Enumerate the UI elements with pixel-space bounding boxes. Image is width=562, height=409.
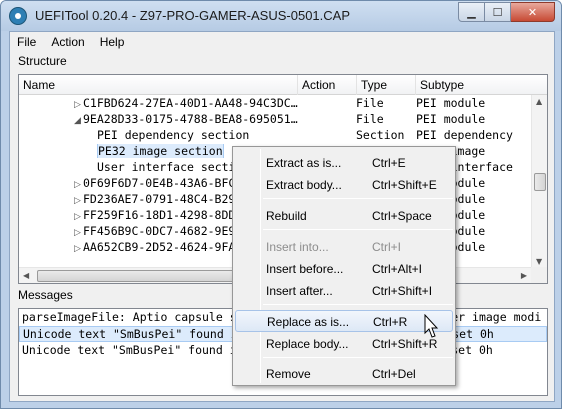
menu-item-label: Insert before...	[266, 262, 344, 276]
scroll-left-icon[interactable]: ◀	[23, 271, 29, 280]
menu-item-rebuild[interactable]: Rebuild Ctrl+Space	[235, 205, 453, 227]
menu-item-label: Extract as is...	[266, 156, 342, 170]
scroll-up-icon[interactable]: ▲	[536, 97, 542, 106]
column-header-subtype[interactable]: Subtype	[416, 75, 547, 95]
scroll-right-icon[interactable]: ▶	[521, 271, 527, 280]
vertical-scroll-thumb[interactable]	[534, 173, 546, 191]
tree-item-name: PE32 image section	[97, 144, 224, 158]
menu-item-shortcut: Ctrl+R	[373, 315, 408, 329]
tree-cell-type: File	[356, 112, 384, 126]
tree-item-name: C1FBD624-27EA-40D1-AA48-94C3DC…	[83, 96, 298, 110]
menu-separator	[263, 357, 453, 358]
expand-arrow-icon[interactable]: ▷	[74, 212, 83, 222]
column-header-type[interactable]: Type	[357, 75, 416, 95]
menu-item-shortcut: Ctrl+Del	[372, 367, 416, 381]
tree-cell-subtype: PEI module	[416, 96, 486, 110]
menu-item-label: Insert after...	[266, 284, 333, 298]
tree-vertical-scrollbar[interactable]: ▲ ▼	[531, 95, 547, 268]
menu-help[interactable]: Help	[93, 32, 133, 52]
expand-arrow-icon[interactable]: ▷	[74, 244, 83, 254]
minimize-button[interactable]: ▁	[458, 2, 485, 22]
tree-item-name: FF456B9C-0DC7-4682-9E92…	[83, 224, 250, 238]
menu-item-label: Rebuild	[266, 209, 307, 223]
window-title: UEFITool 0.20.4 - Z97-PRO-GAMER-ASUS-050…	[35, 8, 350, 23]
window-controls: ▁ ☐ ✕	[458, 2, 555, 22]
menu-item-label: Replace as is...	[267, 315, 350, 329]
scroll-down-icon[interactable]: ▼	[536, 257, 542, 266]
expand-arrow-icon[interactable]: ▷	[74, 228, 83, 238]
structure-group-label: Structure	[18, 54, 67, 68]
column-header-name[interactable]: Name	[19, 75, 298, 95]
menu-separator	[263, 304, 453, 305]
tree-item-name: FF259F16-18D1-4298-8DD2…	[83, 208, 250, 222]
tree-cell-name: PEI dependency section	[97, 128, 316, 142]
menu-item-extract-as-is[interactable]: Extract as is... Ctrl+E	[235, 152, 453, 174]
menu-item-shortcut: Ctrl+E	[372, 156, 406, 170]
menu-item-replace-body[interactable]: Replace body... Ctrl+Shift+R	[235, 333, 453, 355]
menu-item-insert-before[interactable]: Insert before... Ctrl+Alt+I	[235, 258, 453, 280]
scroll-corner	[531, 267, 547, 283]
menu-item-replace-as-is[interactable]: Replace as is... Ctrl+R	[235, 310, 453, 332]
menu-item-label: Extract body...	[266, 178, 342, 192]
tree-header: Name Action Type Subtype	[19, 75, 547, 95]
menu-separator	[263, 229, 453, 230]
menu-item-shortcut: Ctrl+Alt+I	[372, 262, 423, 276]
tree-cell-name: ▷ C1FBD624-27EA-40D1-AA48-94C3DC…	[74, 96, 298, 110]
uefitool-app-icon	[9, 7, 27, 25]
menu-item-insert-into: Insert into... Ctrl+I	[235, 236, 453, 258]
menu-file[interactable]: File	[10, 32, 44, 52]
tree-row[interactable]: ◢ 9EA28D33-0175-4788-BEA8-695051… File PEI …	[19, 111, 531, 127]
mouse-pointer-icon	[424, 314, 439, 338]
menu-separator	[263, 198, 453, 199]
menu-item-shortcut: Ctrl+I	[372, 240, 402, 254]
menu-item-label: Replace body...	[266, 337, 349, 351]
menu-item-extract-body[interactable]: Extract body... Ctrl+Shift+E	[235, 174, 453, 196]
menu-item-label: Remove	[266, 367, 311, 381]
expand-arrow-icon[interactable]: ▷	[74, 100, 83, 110]
menu-item-shortcut: Ctrl+Space	[372, 209, 432, 223]
menu-item-insert-after[interactable]: Insert after... Ctrl+Shift+I	[235, 280, 453, 302]
tree-item-name: User interface section	[97, 160, 250, 174]
tree-cell-subtype: PEI dependency	[416, 128, 513, 142]
tree-row[interactable]: PEI dependency section Section PEI depende…	[19, 127, 531, 143]
tree-item-name: 0F69F6D7-0E4B-43A6-BFC2…	[83, 176, 250, 190]
tree-item-name: FD236AE7-0791-48C4-B29E…	[83, 192, 250, 206]
title-bar[interactable]: UEFITool 0.20.4 - Z97-PRO-GAMER-ASUS-050…	[1, 1, 561, 31]
tree-item-name: PEI dependency section	[97, 128, 250, 142]
menu-item-shortcut: Ctrl+Shift+I	[372, 284, 433, 298]
close-button[interactable]: ✕	[511, 2, 555, 22]
expand-arrow-icon[interactable]: ▷	[74, 180, 83, 190]
expand-arrow-icon[interactable]: ▷	[74, 196, 83, 206]
messages-group-label: Messages	[18, 288, 73, 302]
column-header-action[interactable]: Action	[298, 75, 357, 95]
menu-item-remove[interactable]: Remove Ctrl+Del	[235, 363, 453, 385]
menu-bar: File Action Help	[10, 32, 554, 52]
tree-item-name: AA652CB9-2D52-4624-9FAE…	[83, 240, 250, 254]
tree-cell-type: Section	[356, 128, 405, 142]
menu-item-label: Insert into...	[266, 240, 329, 254]
menu-item-shortcut: Ctrl+Shift+E	[372, 178, 437, 192]
tree-cell-name: ◢ 9EA28D33-0175-4788-BEA8-695051…	[74, 112, 298, 126]
maximize-button[interactable]: ☐	[485, 2, 511, 22]
tree-cell-type: File	[356, 96, 384, 110]
collapse-arrow-icon[interactable]: ◢	[74, 116, 83, 126]
tree-cell-subtype: PEI module	[416, 112, 486, 126]
tree-item-name: 9EA28D33-0175-4788-BEA8-695051…	[83, 112, 298, 126]
tree-row[interactable]: ▷ C1FBD624-27EA-40D1-AA48-94C3DC… File PEI …	[19, 95, 531, 111]
context-menu: Extract as is... Ctrl+E Extract body... …	[232, 146, 456, 386]
menu-action[interactable]: Action	[44, 32, 92, 52]
